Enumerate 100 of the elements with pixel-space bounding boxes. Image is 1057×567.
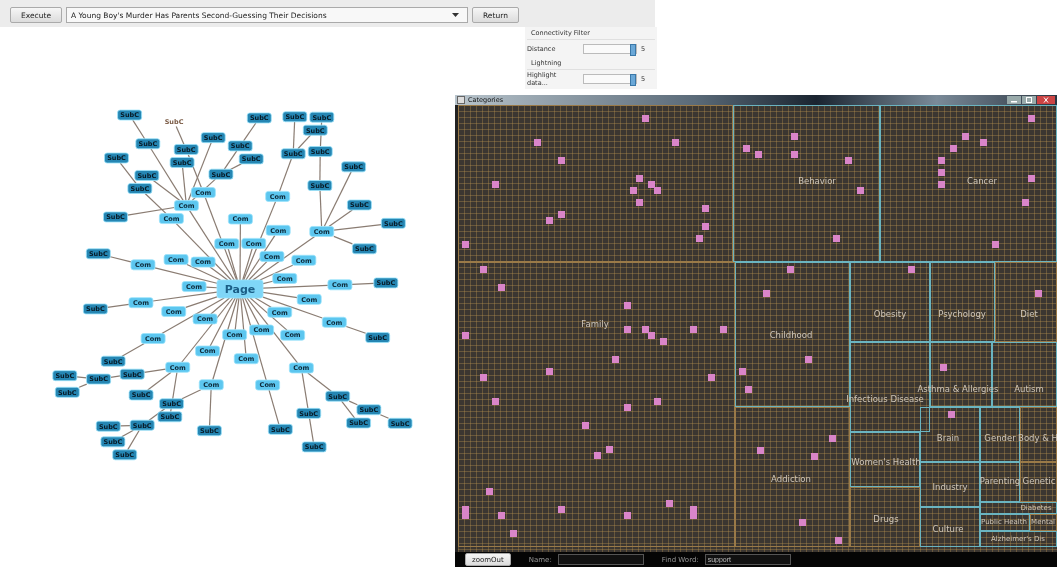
highlight-mark bbox=[1028, 115, 1035, 122]
graph-edge bbox=[110, 375, 121, 378]
graph-edge bbox=[268, 389, 280, 425]
graph-edge bbox=[333, 235, 353, 245]
graph-edge bbox=[308, 418, 314, 442]
highlight-mark bbox=[739, 368, 746, 375]
caret-icon bbox=[452, 13, 459, 17]
category-label: Gender bbox=[984, 433, 1016, 443]
highlight-mark bbox=[666, 500, 673, 507]
graph-edge bbox=[319, 156, 321, 181]
graph-edge bbox=[175, 126, 185, 145]
category-label: Obesity bbox=[873, 309, 907, 319]
category-label: Industry bbox=[932, 482, 968, 492]
treemap-cell[interactable] bbox=[458, 262, 735, 547]
treemap-cell[interactable] bbox=[1020, 462, 1057, 502]
highlight-mark bbox=[690, 326, 697, 333]
highlight-mark bbox=[745, 386, 752, 393]
highlight-mark bbox=[791, 133, 798, 140]
highlight-mark bbox=[558, 157, 565, 164]
graph-edge bbox=[346, 325, 366, 334]
highlight-mark bbox=[582, 422, 589, 429]
treemap-cell[interactable] bbox=[980, 531, 1057, 547]
treemap-cell[interactable] bbox=[735, 407, 850, 547]
treemap-cell[interactable] bbox=[980, 514, 1030, 531]
highlight-mark bbox=[498, 284, 505, 291]
treemap-cell[interactable] bbox=[1020, 407, 1057, 462]
category-label: Drugs bbox=[873, 514, 899, 524]
treemap-cell[interactable] bbox=[458, 105, 733, 262]
treemap-cell[interactable] bbox=[733, 105, 880, 262]
graph-edge bbox=[278, 158, 292, 192]
category-label: Psychology bbox=[938, 309, 986, 319]
highlight-mark bbox=[708, 374, 715, 381]
graph-edge bbox=[380, 414, 389, 419]
highlight-mark bbox=[498, 512, 505, 519]
treemap-cell[interactable] bbox=[920, 407, 980, 462]
highlight-mark bbox=[811, 453, 818, 460]
treemap-cell[interactable] bbox=[980, 502, 1057, 514]
highlight-mark bbox=[763, 290, 770, 297]
highlight-mark bbox=[799, 519, 806, 526]
highlight-slider[interactable] bbox=[583, 73, 637, 84]
graph-edge bbox=[181, 389, 202, 400]
category-label: Behavior bbox=[798, 176, 836, 186]
highlight-mark bbox=[624, 404, 631, 411]
graph-edge bbox=[76, 376, 87, 379]
highlight-mark bbox=[486, 488, 493, 495]
graph-edge bbox=[351, 282, 374, 285]
highlight-mark bbox=[1028, 175, 1035, 182]
category-label: Family bbox=[581, 319, 609, 329]
highlight-mark bbox=[992, 241, 999, 248]
slider-thumb[interactable] bbox=[630, 73, 637, 86]
highlight-mark bbox=[624, 326, 631, 333]
treemap-cell[interactable] bbox=[850, 262, 930, 342]
treemap-cell[interactable] bbox=[995, 262, 1057, 342]
graph-edge bbox=[78, 383, 87, 388]
page-node[interactable]: Page bbox=[216, 279, 264, 299]
slider-thumb[interactable] bbox=[630, 43, 637, 56]
highlight-mark bbox=[480, 374, 487, 381]
highlight-mark bbox=[624, 302, 631, 309]
highlight-mark bbox=[833, 235, 840, 242]
highlight-mark bbox=[829, 435, 836, 442]
category-label: Diet bbox=[1020, 309, 1038, 319]
highlight-mark bbox=[642, 115, 649, 122]
distance-slider[interactable] bbox=[583, 43, 637, 54]
category-label: Culture bbox=[932, 524, 964, 534]
highlight-mark bbox=[835, 537, 842, 544]
treemap-cell[interactable] bbox=[880, 105, 1057, 262]
graph-edge bbox=[107, 303, 129, 308]
graph-edge bbox=[121, 343, 145, 357]
highlight-mark bbox=[462, 332, 469, 339]
highlight-mark bbox=[857, 187, 864, 194]
highlight-mark bbox=[546, 368, 553, 375]
treemap-cell[interactable] bbox=[930, 262, 995, 342]
close-icon[interactable] bbox=[1037, 96, 1055, 104]
treemap-cell[interactable] bbox=[920, 462, 980, 507]
treemap-cell[interactable] bbox=[980, 407, 1020, 462]
graph-edge bbox=[110, 256, 132, 263]
treemap-cell[interactable] bbox=[1030, 514, 1057, 531]
highlight-mark bbox=[757, 447, 764, 454]
highlight-mark bbox=[480, 266, 487, 273]
category-label: Genetic bbox=[1022, 476, 1056, 486]
highlight-mark bbox=[1022, 199, 1029, 206]
treemap-cell[interactable] bbox=[850, 432, 920, 487]
treemap-cell[interactable] bbox=[920, 507, 980, 547]
highlight-mark bbox=[845, 157, 852, 164]
highlight-mark bbox=[654, 398, 661, 405]
highlight-mark bbox=[948, 411, 955, 418]
treemap-cell[interactable] bbox=[850, 487, 920, 547]
highlight-mark bbox=[558, 506, 565, 513]
highlight-mark bbox=[672, 139, 679, 146]
highlight-mark bbox=[702, 205, 709, 212]
name-field[interactable] bbox=[557, 554, 644, 565]
category-label: Brain bbox=[936, 433, 960, 443]
highlight-mark bbox=[612, 356, 619, 363]
highlight-mark bbox=[462, 241, 469, 248]
highlight-mark bbox=[791, 151, 798, 158]
highlight-mark bbox=[624, 512, 631, 519]
highlight-mark bbox=[720, 326, 727, 333]
category-label: Childhood bbox=[769, 330, 813, 340]
highlight-mark bbox=[492, 181, 499, 188]
category-label: Autism bbox=[1014, 384, 1044, 394]
